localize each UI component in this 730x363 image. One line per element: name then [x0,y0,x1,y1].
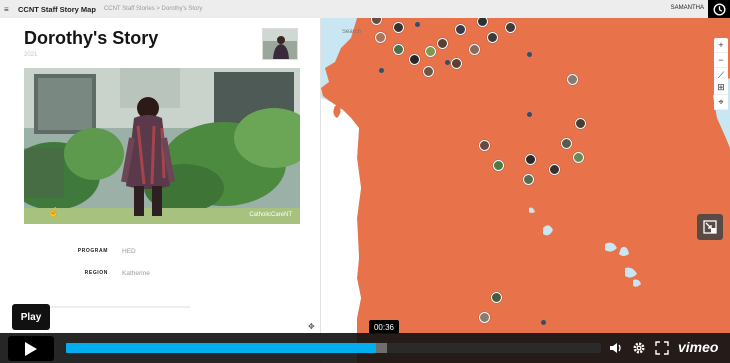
map-extra-controls: ⊞ ⌖ [714,80,728,110]
story-title: Dorothy's Story [24,28,159,48]
map-controls: + − ⟋ [714,38,728,83]
story-pin[interactable] [523,174,534,185]
story-pin[interactable] [437,38,448,49]
story-pin[interactable] [409,54,420,65]
breadcrumb[interactable]: CCNT Staff Stories > Dorothy's Story [104,6,202,12]
cluster-dot[interactable] [445,60,450,65]
story-pin[interactable] [493,160,504,171]
menu-icon[interactable]: ≡ [4,5,14,14]
history-button[interactable] [708,0,730,18]
scroll-hint [40,306,190,308]
play-tooltip: Play [12,304,50,330]
cluster-dot[interactable] [541,320,546,325]
cluster-dot[interactable] [527,52,532,57]
vimeo-logo[interactable]: vimeo [678,339,718,355]
story-photo[interactable]: ☝ CatholicCareNT [24,68,300,224]
locate-button[interactable]: ⌖ [714,95,728,110]
story-pin[interactable] [423,66,434,77]
exit-fullscreen-button[interactable] [697,214,723,240]
time-tooltip: 00:36 [369,320,399,334]
story-pin[interactable] [567,74,578,85]
story-pin[interactable] [455,24,466,35]
field-value: HED [122,247,136,255]
story-pin[interactable] [451,58,462,69]
story-fields: PROGRAM HED REGION Katherine [0,240,320,284]
minimize-icon [703,220,717,234]
story-pin[interactable] [393,44,404,55]
story-pin[interactable] [525,154,536,165]
cluster-dot[interactable] [527,112,532,117]
story-subtitle: 2021 [24,52,38,58]
story-pin[interactable] [561,138,572,149]
zoom-in-button[interactable]: + [714,38,728,53]
video-player-bar: vimeo [0,333,730,363]
pointer-icon: ☝ [48,207,60,217]
story-pin[interactable] [393,22,404,33]
ruler-icon: ⟋ [717,69,725,80]
volume-icon[interactable] [609,341,623,355]
story-pin[interactable] [469,44,480,55]
story-pin[interactable] [575,118,586,129]
field-value: Katherine [122,269,150,277]
story-map-app: ≡ CCNT Staff Story Map CCNT Staff Storie… [0,0,730,363]
fullscreen-icon[interactable] [655,341,669,355]
top-bar: ≡ CCNT Staff Story Map CCNT Staff Storie… [0,0,730,19]
user-name[interactable]: SAMANTHA [671,5,704,11]
layers-button[interactable]: ⊞ [714,80,728,95]
map-view[interactable]: + − ⟋ ⊞ ⌖ [321,18,730,363]
field-row-program: PROGRAM HED [0,240,320,262]
story-pin[interactable] [505,22,516,33]
field-label: REGION [84,270,108,276]
field-row-region: REGION Katherine [0,262,320,284]
story-pin[interactable] [479,140,490,151]
app-title: CCNT Staff Story Map [18,4,96,14]
play-button[interactable] [8,336,54,361]
map-search-input[interactable] [340,24,378,40]
field-label: PROGRAM [77,248,108,254]
drag-handle-icon[interactable]: ✥ [308,322,315,331]
panel-edge [321,98,361,363]
story-pin[interactable] [487,32,498,43]
photo-watermark: CatholicCareNT [249,212,292,218]
story-pin[interactable] [491,292,502,303]
story-pin[interactable] [549,164,560,175]
cluster-dot[interactable] [379,68,384,73]
story-pin[interactable] [573,152,584,163]
progress-fill [66,343,377,353]
story-pin[interactable] [425,46,436,57]
story-pin[interactable] [479,312,490,323]
settings-icon[interactable] [632,341,646,355]
layers-icon: ⊞ [717,81,725,92]
locate-icon: ⌖ [718,96,724,107]
story-thumbnail[interactable] [262,28,298,60]
play-icon [25,341,37,356]
cluster-dot[interactable] [415,22,420,27]
zoom-out-button[interactable]: − [714,53,728,68]
clock-icon [712,2,726,16]
progress-track[interactable] [66,343,601,353]
